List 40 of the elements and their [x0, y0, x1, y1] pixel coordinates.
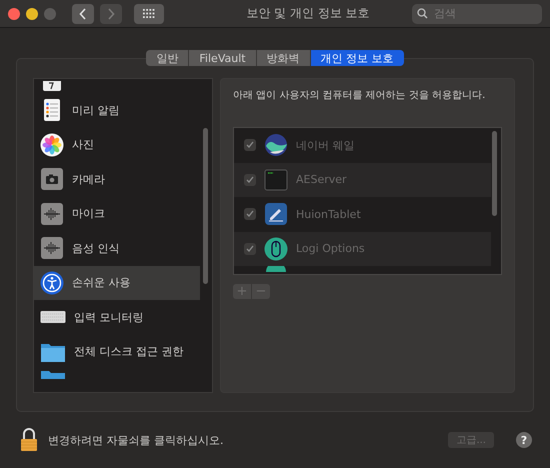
sidebar-item[interactable]: 손쉬운 사용 — [34, 266, 200, 300]
sidebar-item[interactable]: 음성 인식 — [34, 231, 200, 266]
lock-icon[interactable] — [20, 428, 38, 452]
flower-icon — [40, 132, 64, 157]
waveform-icon — [40, 202, 64, 226]
tab[interactable]: 개인 정보 보호 — [310, 50, 404, 66]
show-all-button[interactable] — [134, 4, 164, 24]
close-button[interactable] — [8, 8, 20, 20]
sidebar-item[interactable]: 카메라 — [34, 162, 200, 196]
chevron-left-icon — [79, 8, 87, 20]
accessibility-icon — [40, 270, 64, 295]
app-icon — [264, 266, 288, 272]
minimize-button[interactable] — [26, 8, 38, 20]
tab[interactable]: 방화벽 — [256, 50, 311, 66]
camera-icon — [40, 167, 64, 192]
tab[interactable]: 일반 — [146, 50, 190, 66]
sidebar-item[interactable]: 전체 디스크 접근 권한 — [34, 334, 200, 369]
window-title: 보안 및 개인 정보 보호 — [245, 5, 371, 22]
calendar-icon — [40, 81, 64, 93]
sidebar-item[interactable]: 마이크 — [34, 196, 200, 231]
scrollbar-thumb[interactable] — [203, 128, 208, 284]
scrollbar-thumb[interactable] — [492, 131, 497, 216]
sidebar-item[interactable]: 미리 알림 — [34, 93, 200, 128]
chevron-right-icon — [107, 8, 115, 20]
folder-icon — [40, 369, 66, 379]
pen-icon — [264, 202, 288, 226]
description-text: 아래 앱이 사용자의 컴퓨터를 제어하는 것을 허용합니다. — [233, 89, 486, 102]
sidebar-item[interactable]: 입력 모니터링 — [34, 300, 200, 334]
terminal-icon — [264, 168, 288, 192]
mouse-icon — [264, 236, 288, 261]
tab[interactable]: FileVault — [189, 50, 257, 66]
help-button[interactable]: ? — [516, 432, 532, 448]
whale-icon — [264, 133, 288, 158]
forward-button[interactable] — [100, 4, 122, 24]
lock-message: 변경하려면 자물쇠를 클릭하십시오. — [48, 432, 224, 448]
grid-icon — [143, 8, 155, 18]
waveform-icon — [40, 236, 64, 260]
search-icon — [417, 8, 428, 19]
sidebar-item[interactable]: 사진 — [34, 128, 200, 162]
back-button[interactable] — [72, 4, 94, 24]
